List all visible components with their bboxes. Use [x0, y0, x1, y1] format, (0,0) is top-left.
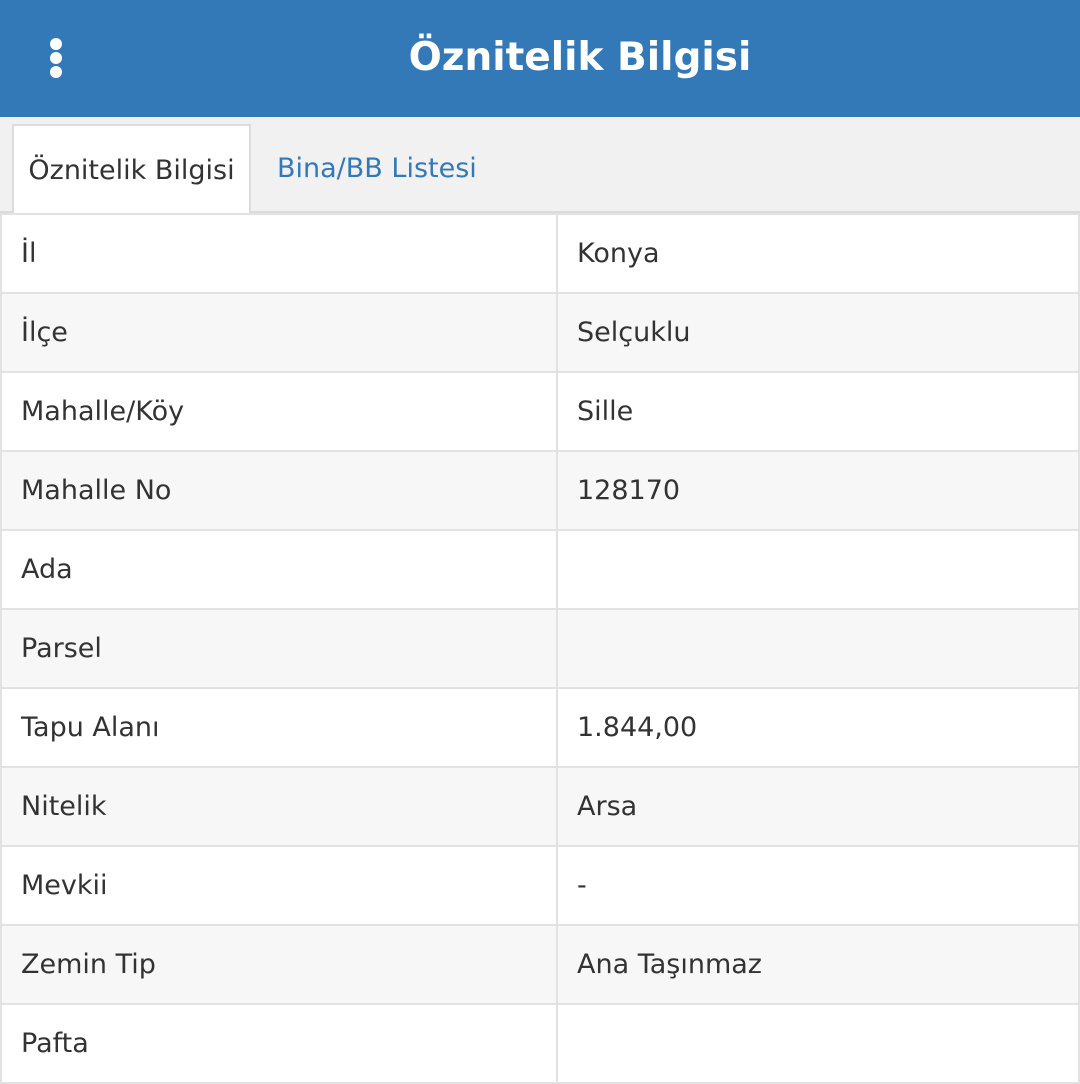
row-label: Mahalle No: [0, 450, 558, 531]
table-row: Mevkii -: [0, 845, 1080, 926]
row-label: Tapu Alanı: [0, 687, 558, 768]
app-header: Öznitelik Bilgisi: [0, 0, 1080, 117]
row-value: Konya: [556, 213, 1080, 294]
row-label: Ada: [0, 529, 558, 610]
page-title: Öznitelik Bilgisi: [408, 35, 752, 80]
row-value: [556, 529, 1080, 610]
row-value: 128170: [556, 450, 1080, 531]
row-label: Mahalle/Köy: [0, 371, 558, 452]
row-value: Ana Taşınmaz: [556, 924, 1080, 1005]
table-row: Nitelik Arsa: [0, 766, 1080, 847]
table-row: İl Konya: [0, 213, 1080, 294]
row-label: Mevkii: [0, 845, 558, 926]
table-row: Mahalle No 128170: [0, 450, 1080, 531]
row-value: [556, 1003, 1080, 1084]
row-value: -: [556, 845, 1080, 926]
row-label: Pafta: [0, 1003, 558, 1084]
table-row: Ada: [0, 529, 1080, 610]
row-value: Selçuklu: [556, 292, 1080, 373]
attribute-table: İl Konya İlçe Selçuklu Mahalle/Köy Sille…: [0, 213, 1080, 1084]
row-value: [556, 608, 1080, 689]
row-label: Parsel: [0, 608, 558, 689]
table-row: Mahalle/Köy Sille: [0, 371, 1080, 452]
row-value: Sille: [556, 371, 1080, 452]
row-label: İlçe: [0, 292, 558, 373]
tab-bar: Öznitelik Bilgisi Bina/BB Listesi: [0, 117, 1080, 215]
table-row: Pafta: [0, 1003, 1080, 1084]
row-value: 1.844,00: [556, 687, 1080, 768]
table-row: Tapu Alanı 1.844,00: [0, 687, 1080, 768]
row-value: Arsa: [556, 766, 1080, 847]
table-row: İlçe Selçuklu: [0, 292, 1080, 373]
row-label: Nitelik: [0, 766, 558, 847]
row-label: Zemin Tip: [0, 924, 558, 1005]
row-label: İl: [0, 213, 558, 294]
tab-bina-bb-listesi[interactable]: Bina/BB Listesi: [257, 124, 497, 213]
table-row: Parsel: [0, 608, 1080, 689]
tab-oznitelik-bilgisi[interactable]: Öznitelik Bilgisi: [12, 124, 251, 215]
table-row: Zemin Tip Ana Taşınmaz: [0, 924, 1080, 1005]
